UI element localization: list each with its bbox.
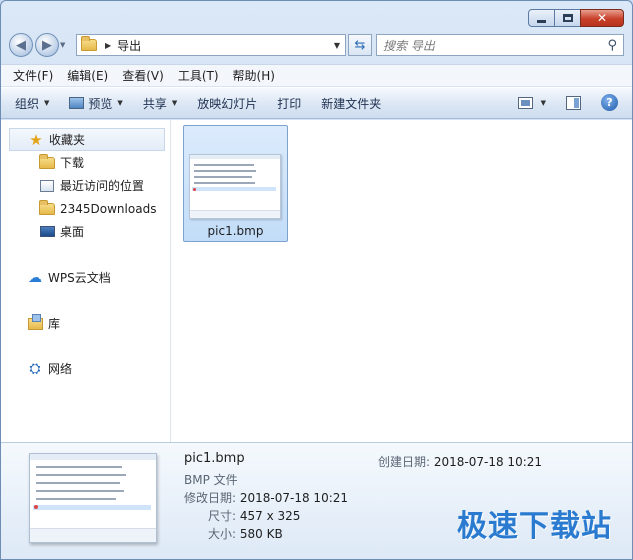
view-dropdown-icon[interactable]: ▼: [541, 99, 546, 107]
maximize-icon: [562, 14, 573, 22]
chevron-down-icon: ▼: [117, 99, 123, 107]
details-thumbnail: [29, 453, 157, 543]
search-icon[interactable]: ⚲: [607, 38, 617, 53]
back-button[interactable]: ◀: [9, 33, 33, 57]
address-bar[interactable]: ▶ 导出 ▼: [76, 34, 346, 56]
chevron-down-icon: ▼: [171, 99, 178, 107]
navigation-row: ◀ ▶ ▼ ▶ 导出 ▼ ⇆ 搜索 导出 ⚲: [9, 31, 624, 59]
nav-label: WPS云文档: [48, 271, 111, 285]
nav-item-downloads[interactable]: 下载: [1, 151, 170, 174]
main-content: ★ 收藏夹 下载 最近访问的位置 2345Downloads 桌面 ☁ WPS云…: [1, 120, 632, 442]
command-bar: 组织 ▼ 预览 ▼ 共享 ▼ 放映幻灯片 打印 新建文件夹 ▼ ?: [1, 87, 632, 119]
nav-label: 桌面: [60, 225, 85, 239]
nav-label: 网络: [48, 362, 73, 376]
downloads-folder-icon: [39, 153, 55, 169]
recent-places-icon: [39, 179, 55, 192]
breadcrumb-separator-icon[interactable]: ▶: [105, 41, 111, 50]
menu-help[interactable]: 帮助(H): [233, 67, 275, 84]
file-thumbnail: [189, 154, 281, 219]
details-pane: pic1.bmp BMP 文件 修改日期: 2018-07-18 10:21 尺…: [1, 442, 632, 559]
details-modified: 修改日期: 2018-07-18 10:21: [184, 489, 348, 506]
address-dropdown-icon[interactable]: ▼: [334, 41, 340, 50]
menu-bar: 文件(F) 编辑(E) 查看(V) 工具(T) 帮助(H): [1, 64, 632, 86]
slideshow-button[interactable]: 放映幻灯片: [197, 95, 257, 112]
menu-edit[interactable]: 编辑(E): [67, 67, 108, 84]
refresh-icon: ⇆: [354, 37, 366, 53]
print-button[interactable]: 打印: [277, 95, 301, 112]
maximize-button[interactable]: [554, 9, 581, 27]
menu-tools[interactable]: 工具(T): [178, 67, 219, 84]
filesize-label: 大小:: [208, 527, 237, 541]
preview-icon: [69, 97, 85, 109]
caption-buttons: ✕: [528, 9, 624, 27]
refresh-button[interactable]: ⇆: [348, 34, 372, 56]
nav-item-wps[interactable]: ☁ WPS云文档: [1, 266, 170, 289]
file-name: pic1.bmp: [207, 224, 264, 238]
dimensions-label: 尺寸:: [208, 509, 237, 523]
organize-button[interactable]: 组织 ▼: [15, 95, 49, 112]
created-label: 创建日期:: [378, 455, 431, 469]
cloud-icon: ☁: [28, 269, 42, 286]
slideshow-label: 放映幻灯片: [197, 96, 258, 111]
close-button[interactable]: ✕: [580, 9, 624, 27]
search-input[interactable]: 搜索 导出 ⚲: [376, 34, 624, 56]
network-icon: ⛭: [29, 360, 41, 377]
dimensions-value: 457 x 325: [239, 509, 301, 523]
modified-label: 修改日期:: [184, 491, 237, 505]
close-icon: ✕: [596, 11, 608, 25]
minimize-button[interactable]: [528, 9, 555, 27]
chevron-down-icon: ▼: [44, 99, 50, 107]
new-folder-button[interactable]: 新建文件夹: [321, 95, 381, 112]
library-icon: [27, 313, 43, 330]
nav-item-favorites[interactable]: ★ 收藏夹: [9, 128, 165, 151]
folder-icon: [81, 36, 97, 51]
preview-label: 预览: [88, 96, 113, 111]
details-created: 创建日期: 2018-07-18 10:21: [378, 453, 542, 470]
file-item[interactable]: pic1.bmp: [183, 125, 288, 242]
folder-icon: [39, 199, 55, 215]
details-file-type: BMP 文件: [184, 473, 238, 487]
nav-label: 库: [48, 317, 61, 331]
nav-item-library[interactable]: 库: [1, 312, 170, 335]
file-list[interactable]: pic1.bmp: [172, 120, 632, 442]
address-folder[interactable]: 导出: [117, 37, 141, 54]
share-label: 共享: [142, 96, 167, 111]
nav-label: 最近访问的位置: [60, 179, 145, 193]
details-file-name: pic1.bmp: [184, 451, 245, 466]
details-dimensions: 尺寸: 457 x 325: [208, 507, 300, 524]
nav-item-recent[interactable]: 最近访问的位置: [1, 174, 170, 197]
new-folder-label: 新建文件夹: [321, 96, 382, 111]
nav-label: 2345Downloads: [60, 201, 157, 216]
preview-pane-icon[interactable]: [566, 95, 581, 110]
preview-button[interactable]: 预览 ▼: [69, 95, 123, 112]
modified-value: 2018-07-18 10:21: [239, 491, 349, 505]
minimize-icon: [537, 19, 546, 23]
details-filesize: 大小: 580 KB: [208, 525, 283, 542]
menu-view[interactable]: 查看(V): [122, 67, 164, 84]
help-icon[interactable]: ?: [601, 94, 618, 111]
watermark: 极速下载站: [457, 509, 612, 544]
search-placeholder: 搜索 导出: [383, 38, 435, 53]
forward-arrow-icon: ▶: [42, 37, 52, 53]
navigation-pane: ★ 收藏夹 下载 最近访问的位置 2345Downloads 桌面 ☁ WPS云…: [1, 120, 171, 442]
print-label: 打印: [277, 96, 302, 111]
organize-label: 组织: [15, 96, 40, 111]
desktop-icon: [39, 226, 55, 237]
share-button[interactable]: 共享 ▼: [143, 95, 177, 112]
nav-item-2345downloads[interactable]: 2345Downloads: [1, 197, 170, 220]
menu-file[interactable]: 文件(F): [13, 67, 53, 84]
nav-item-network[interactable]: ⛭ 网络: [1, 357, 170, 380]
nav-label: 下载: [60, 156, 85, 170]
nav-item-desktop[interactable]: 桌面: [1, 220, 170, 243]
nav-label: 收藏夹: [49, 133, 86, 147]
command-bar-right: ▼ ?: [517, 94, 618, 111]
change-view-icon[interactable]: [517, 96, 533, 109]
recent-pages-dropdown[interactable]: ▼: [60, 41, 70, 49]
forward-button[interactable]: ▶: [35, 33, 59, 57]
star-icon: ★: [29, 130, 43, 149]
created-value: 2018-07-18 10:21: [433, 455, 543, 469]
explorer-window: ✕ ◀ ▶ ▼ ▶ 导出 ▼ ⇆ 搜索 导出 ⚲ 文件(F) 编辑(E) 查看(…: [0, 0, 633, 560]
filesize-value: 580 KB: [239, 527, 283, 541]
back-arrow-icon: ◀: [16, 37, 26, 53]
